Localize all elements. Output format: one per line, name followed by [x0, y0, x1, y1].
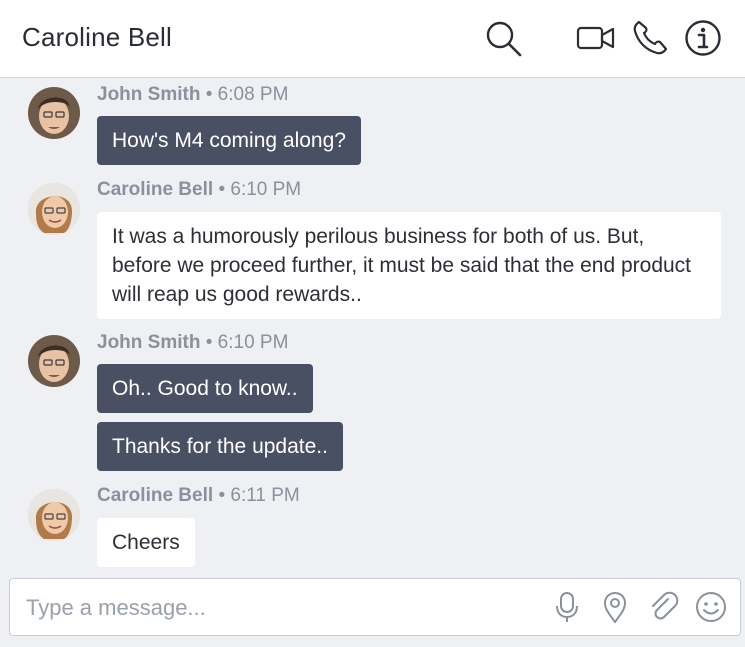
microphone-icon[interactable]	[550, 590, 584, 624]
emoji-icon[interactable]	[694, 590, 728, 624]
meta-separator: •	[205, 84, 213, 105]
message-time: 6:11 PM	[230, 485, 300, 506]
avatar-john-smith[interactable]	[28, 87, 80, 139]
sender-name: Caroline Bell	[97, 485, 214, 506]
message-bubble[interactable]: How's M4 coming along?	[97, 116, 361, 165]
chat-header: Caroline Bell	[0, 0, 745, 78]
phone-icon[interactable]	[630, 18, 670, 58]
message-bubble[interactable]: Cheers	[97, 518, 195, 567]
message-feed[interactable]: John Smith • 6:08 PM How's M4 coming alo…	[0, 79, 745, 571]
message-bubble[interactable]: Oh.. Good to know..	[97, 364, 313, 413]
meta-separator: •	[205, 332, 213, 353]
contact-name: Caroline Bell	[22, 22, 173, 52]
sender-name: John Smith	[97, 84, 201, 105]
sender-name: John Smith	[97, 332, 201, 353]
sender-name: Caroline Bell	[97, 179, 214, 200]
location-pin-icon[interactable]	[598, 590, 632, 624]
message-meta: Caroline Bell • 6:10 PM	[97, 179, 301, 201]
message-meta: John Smith • 6:10 PM	[97, 332, 288, 354]
attachment-icon[interactable]	[646, 590, 680, 624]
search-icon[interactable]	[483, 18, 523, 58]
message-meta: Caroline Bell • 6:11 PM	[97, 485, 300, 507]
meta-separator: •	[218, 179, 226, 200]
message-time: 6:10 PM	[230, 179, 302, 200]
avatar-caroline-bell[interactable]	[28, 489, 80, 541]
message-meta: John Smith • 6:08 PM	[97, 84, 288, 106]
avatar-caroline-bell[interactable]	[28, 183, 80, 235]
video-call-icon[interactable]	[576, 18, 616, 58]
message-bubble[interactable]: Thanks for the update..	[97, 422, 343, 471]
message-composer	[9, 578, 741, 636]
message-bubble[interactable]: It was a humorously perilous business fo…	[97, 212, 721, 319]
meta-separator: •	[218, 485, 226, 506]
info-icon[interactable]	[683, 18, 723, 58]
message-time: 6:10 PM	[217, 332, 289, 353]
message-input[interactable]	[24, 591, 528, 625]
message-time: 6:08 PM	[217, 84, 289, 105]
avatar-john-smith[interactable]	[28, 335, 80, 387]
